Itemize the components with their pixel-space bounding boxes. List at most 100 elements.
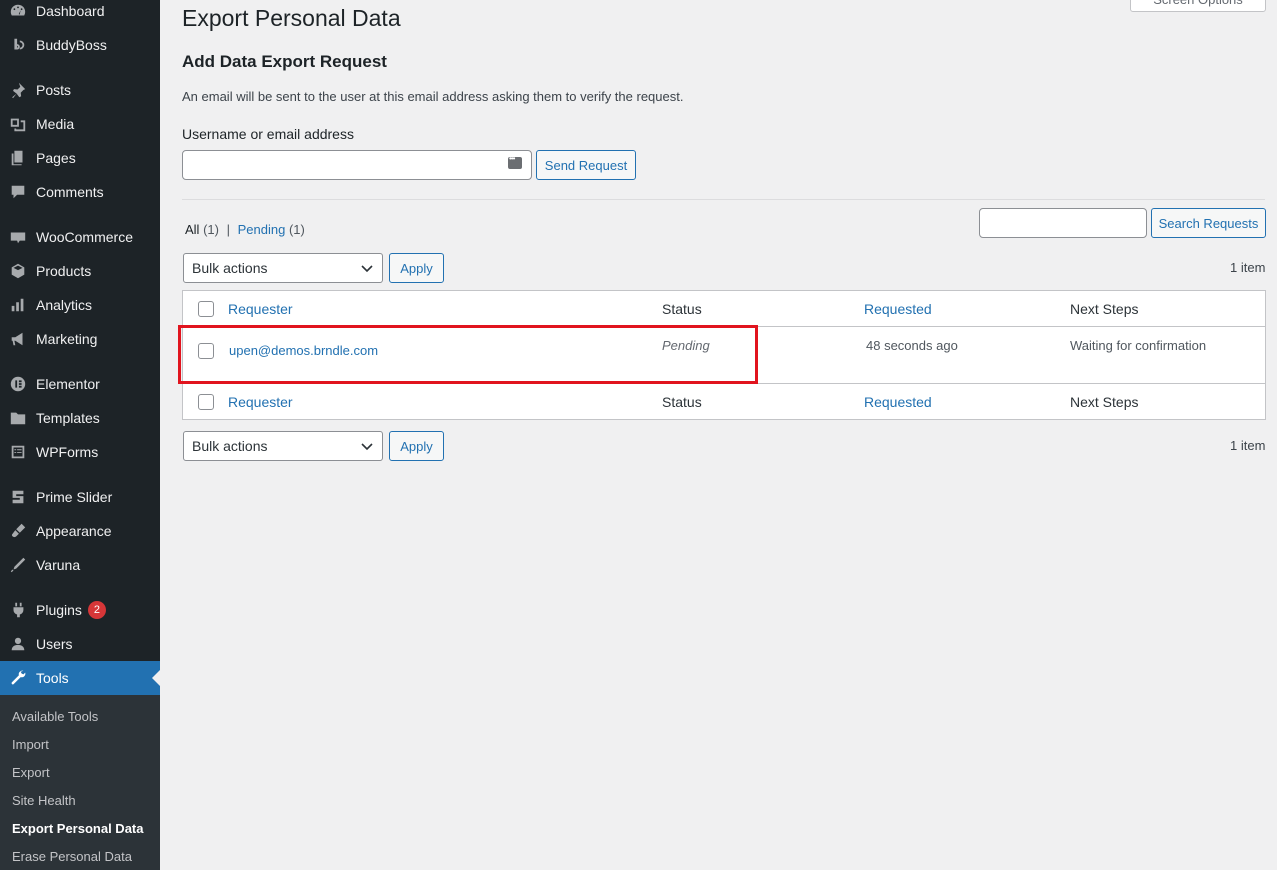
pen-icon	[0, 556, 36, 574]
column-header-next-steps: Next Steps	[1070, 301, 1139, 317]
password-manager-icon[interactable]	[508, 154, 522, 169]
sidebar-item-woocommerce[interactable]: WooCommerce	[0, 220, 160, 254]
bulk-actions-select-bottom[interactable]: Bulk actions	[183, 431, 383, 461]
pin-icon	[0, 81, 36, 99]
woocommerce-icon	[0, 228, 36, 246]
admin-sidebar: Dashboard BuddyBoss Posts Media Pages Co…	[0, 0, 160, 870]
sidebar-item-label: Appearance	[36, 523, 112, 539]
dashboard-icon	[0, 2, 36, 20]
media-icon	[0, 115, 36, 133]
next-steps-value: Waiting for confirmation	[1070, 338, 1207, 353]
submenu-item-site-health[interactable]: Site Health	[12, 793, 76, 808]
submenu-item-export[interactable]: Export	[12, 765, 50, 780]
page-title: Export Personal Data	[182, 5, 401, 31]
form-icon	[0, 443, 36, 461]
sidebar-item-appearance[interactable]: Appearance	[0, 514, 160, 548]
sidebar-item-label: Users	[36, 636, 73, 652]
username-email-input[interactable]	[182, 150, 532, 180]
sidebar-item-label: Analytics	[36, 297, 93, 313]
bulk-actions-value: Bulk actions	[192, 260, 268, 276]
sidebar-item-templates[interactable]: Templates	[0, 401, 160, 435]
column-header-requester[interactable]: Requester	[228, 301, 293, 317]
sidebar-item-label: Plugins	[36, 602, 82, 618]
select-all-checkbox[interactable]	[198, 301, 214, 317]
submenu-item-export-personal-data[interactable]: Export Personal Data	[12, 821, 144, 836]
select-all-checkbox-footer[interactable]	[198, 394, 214, 410]
divider	[182, 199, 1265, 200]
box-icon	[0, 262, 36, 280]
search-requests-button[interactable]: Search Requests	[1151, 208, 1266, 238]
sidebar-item-label: Tools	[36, 670, 69, 686]
sidebar-item-prime-slider[interactable]: Prime Slider	[0, 480, 160, 514]
sidebar-item-label: BuddyBoss	[36, 37, 107, 53]
sidebar-item-label: Pages	[36, 150, 76, 166]
filter-pending-link[interactable]: Pending	[238, 222, 286, 237]
pages-icon	[0, 149, 36, 167]
sidebar-item-varuna[interactable]: Varuna	[0, 548, 160, 582]
apply-button-top[interactable]: Apply	[389, 253, 444, 283]
sidebar-item-comments[interactable]: Comments	[0, 175, 160, 209]
chevron-down-icon	[361, 443, 373, 451]
comment-icon	[0, 183, 36, 201]
folder-icon	[0, 409, 36, 427]
screen-options-button[interactable]: Screen Options	[1130, 0, 1266, 12]
form-description: An email will be sent to the user at thi…	[182, 89, 684, 104]
sidebar-item-elementor[interactable]: Elementor	[0, 367, 160, 401]
sidebar-item-pages[interactable]: Pages	[0, 141, 160, 175]
apply-button-bottom[interactable]: Apply	[389, 431, 444, 461]
sidebar-item-label: Marketing	[36, 331, 98, 347]
bar-chart-icon	[0, 296, 36, 314]
sidebar-item-label: Posts	[36, 82, 72, 98]
chevron-down-icon	[361, 265, 373, 273]
sidebar-item-wpforms[interactable]: WPForms	[0, 435, 160, 469]
brush-icon	[0, 522, 36, 540]
column-footer-status: Status	[662, 394, 702, 410]
submenu-item-import[interactable]: Import	[12, 737, 49, 752]
filter-all-link[interactable]: All	[185, 222, 199, 237]
column-header-status: Status	[662, 301, 702, 317]
sidebar-item-buddyboss[interactable]: BuddyBoss	[0, 28, 160, 62]
main-content: Screen Options Export Personal Data Add …	[160, 0, 1277, 870]
sidebar-item-dashboard[interactable]: Dashboard	[0, 0, 160, 28]
sidebar-item-label: Varuna	[36, 557, 81, 573]
sidebar-item-label: WooCommerce	[36, 229, 133, 245]
tools-submenu: Available Tools Import Export Site Healt…	[0, 695, 160, 870]
megaphone-icon	[0, 330, 36, 348]
highlight-annotation-box	[178, 325, 758, 384]
sidebar-item-label: Products	[36, 263, 92, 279]
submenu-item-available-tools[interactable]: Available Tools	[12, 709, 98, 724]
column-footer-requester[interactable]: Requester	[228, 394, 293, 410]
buddyboss-icon	[0, 36, 36, 54]
bulk-actions-value: Bulk actions	[192, 438, 268, 454]
sidebar-item-label: Elementor	[36, 376, 100, 392]
sidebar-item-posts[interactable]: Posts	[0, 73, 160, 107]
sidebar-item-label: Prime Slider	[36, 489, 113, 505]
status-filter-links: All (1) | Pending (1)	[185, 222, 305, 237]
submenu-item-erase-personal-data[interactable]: Erase Personal Data	[12, 849, 132, 864]
sidebar-item-marketing[interactable]: Marketing	[0, 322, 160, 356]
elementor-icon	[0, 375, 36, 393]
requested-time: 48 seconds ago	[866, 338, 958, 353]
sidebar-item-label: Dashboard	[36, 3, 105, 19]
sidebar-item-media[interactable]: Media	[0, 107, 160, 141]
filter-all-count: (1)	[203, 222, 219, 237]
plugin-icon	[0, 601, 36, 619]
sidebar-item-analytics[interactable]: Analytics	[0, 288, 160, 322]
send-request-button[interactable]: Send Request	[536, 150, 636, 180]
sidebar-item-users[interactable]: Users	[0, 627, 160, 661]
item-count-bottom: 1 item	[1230, 438, 1266, 453]
sidebar-item-label: Templates	[36, 410, 100, 426]
column-header-requested[interactable]: Requested	[864, 301, 932, 317]
column-footer-requested[interactable]: Requested	[864, 394, 932, 410]
sidebar-item-label: Comments	[36, 184, 104, 200]
sidebar-item-plugins[interactable]: Plugins 2	[0, 593, 160, 627]
slider-icon	[0, 488, 36, 506]
filter-pending-count: (1)	[288, 222, 305, 237]
bulk-actions-select-top[interactable]: Bulk actions	[183, 253, 383, 283]
column-footer-next-steps: Next Steps	[1070, 394, 1139, 410]
sidebar-item-label: Media	[36, 116, 75, 132]
sidebar-item-tools[interactable]: Tools	[0, 661, 160, 695]
sidebar-item-label: WPForms	[36, 444, 99, 460]
search-requests-input[interactable]	[979, 208, 1147, 238]
sidebar-item-products[interactable]: Products	[0, 254, 160, 288]
